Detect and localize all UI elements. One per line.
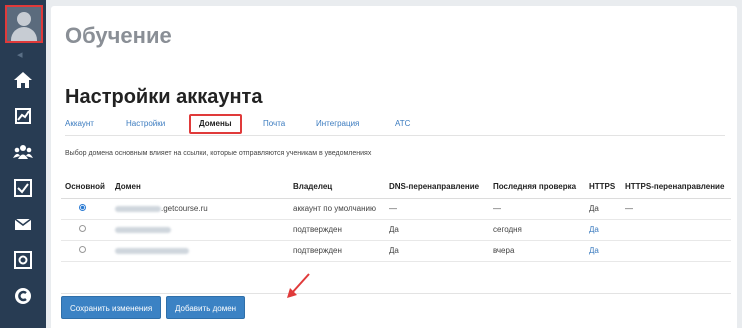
owner-cell: подтвержден [289, 219, 385, 241]
column-domain: Домен [111, 176, 289, 199]
https-redirect-cell: — [621, 198, 731, 220]
tab-mail[interactable]: Почта [263, 114, 285, 134]
dns-cell: Да [385, 240, 489, 262]
tab-ats[interactable]: АТС [395, 114, 410, 134]
dns-cell: Да [385, 219, 489, 241]
blurred-domain [115, 205, 161, 212]
primary-radio[interactable] [79, 204, 86, 211]
red-arrow-annotation [287, 273, 310, 298]
column-https-redirect: HTTPS-перенаправление [621, 176, 731, 199]
https-cell: Да [585, 198, 621, 220]
home-icon [14, 72, 32, 88]
section-title: Обучение [65, 23, 172, 48]
dns-cell: — [385, 198, 489, 220]
avatar-body [11, 27, 37, 41]
mail-icon [14, 218, 32, 230]
table-row: .getcourse.ru аккаунт по умолчанию — — Д… [61, 198, 731, 220]
sidebar-item-mail[interactable] [0, 206, 46, 242]
table-header-row: Основной Домен Владелец DNS-перенаправле… [61, 176, 731, 199]
blurred-domain [115, 226, 171, 233]
https-cell[interactable]: Да [585, 219, 621, 241]
tab-settings[interactable]: Настройки [126, 114, 165, 134]
column-dns: DNS-перенаправление [385, 176, 489, 199]
tabs-divider [65, 135, 725, 136]
last-check-cell: вчера [489, 240, 585, 262]
footer-divider [61, 293, 731, 294]
sidebar-item-sales[interactable] [0, 242, 46, 278]
domain-suffix: .getcourse.ru [161, 204, 208, 213]
domain-hint: Выбор домена основным влияет на ссылки, … [65, 150, 372, 157]
save-changes-button[interactable]: Сохранить изменения [61, 296, 162, 319]
sidebar: ◂ [0, 0, 46, 328]
primary-radio[interactable] [79, 246, 86, 253]
column-https: HTTPS [585, 176, 621, 199]
users-icon [13, 145, 33, 159]
tab-integration[interactable]: Интеграция [316, 114, 359, 134]
column-owner: Владелец [289, 176, 385, 199]
tab-account[interactable]: Аккаунт [65, 114, 94, 134]
sidebar-item-messages[interactable] [0, 278, 46, 314]
chat-icon [15, 288, 31, 304]
owner-cell: аккаунт по умолчанию [289, 198, 385, 220]
column-last-check: Последняя проверка [489, 176, 585, 199]
last-check-cell: — [489, 198, 585, 220]
last-check-cell: сегодня [489, 219, 585, 241]
sidebar-item-tasks[interactable] [0, 170, 46, 206]
https-redirect-cell [621, 219, 731, 241]
chart-icon [15, 108, 31, 124]
blurred-domain [115, 247, 189, 254]
table-row: подтвержден Да вчера Да [61, 240, 731, 262]
sidebar-item-home[interactable] [0, 62, 46, 98]
tab-domains[interactable]: Домены [189, 114, 242, 134]
sidebar-item-statistics[interactable] [0, 98, 46, 134]
page-title: Настройки аккаунта [65, 86, 263, 108]
collapse-sidebar-icon[interactable]: ◂ [17, 48, 23, 61]
owner-cell: подтвержден [289, 240, 385, 262]
table-row: подтвержден Да сегодня Да [61, 219, 731, 241]
tasks-checkbox-icon [14, 179, 32, 197]
https-cell[interactable]: Да [585, 240, 621, 262]
main-panel: Обучение Настройки аккаунта Аккаунт Наст… [51, 6, 737, 328]
domains-table: Основной Домен Владелец DNS-перенаправле… [61, 176, 731, 262]
safe-icon [14, 251, 32, 269]
sidebar-item-users[interactable] [0, 134, 46, 170]
add-domain-button[interactable]: Добавить домен [166, 296, 246, 319]
avatar[interactable] [5, 5, 43, 43]
column-primary: Основной [61, 176, 111, 199]
primary-radio[interactable] [79, 225, 86, 232]
https-redirect-cell [621, 240, 731, 262]
avatar-head [17, 12, 31, 26]
